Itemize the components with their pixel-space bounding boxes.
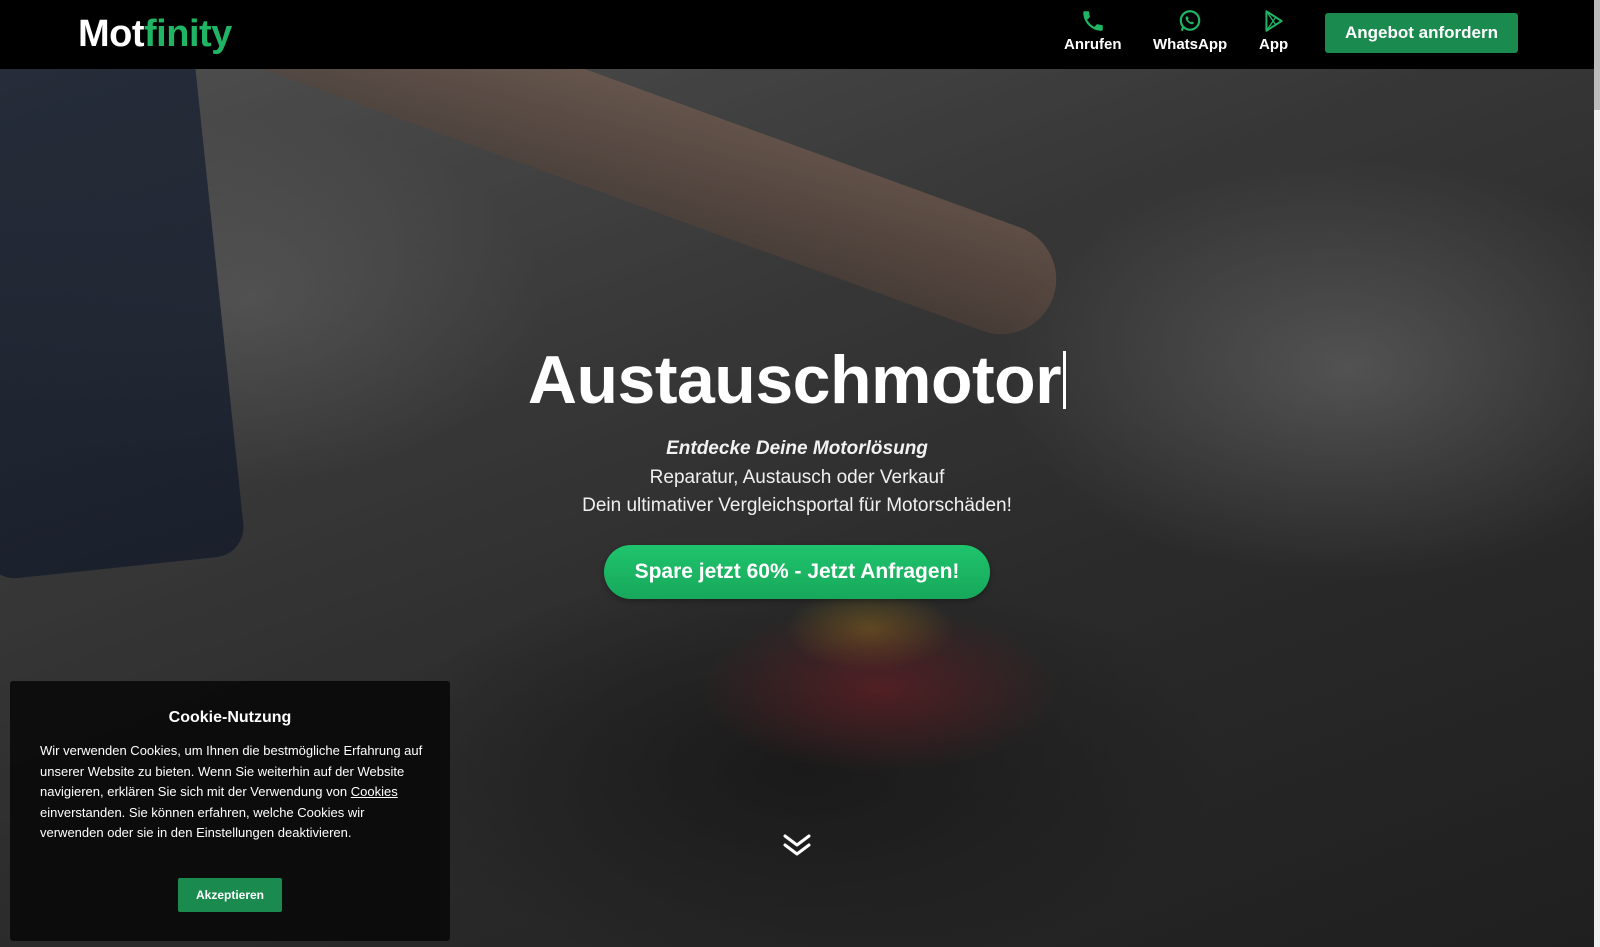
cookie-title: Cookie-Nutzung — [168, 709, 292, 726]
whatsapp-icon — [1179, 10, 1201, 32]
nav-app-label: App — [1259, 36, 1289, 53]
cookie-text: Wir verwenden Cookies, um Ihnen die best… — [40, 741, 425, 844]
site-header: Motfinity Anrufen WhatsApp App Angebot a… — [0, 0, 1600, 69]
typing-caret — [1063, 351, 1067, 409]
hero-subtitle-2: Dein ultimativer Vergleichsportal für Mo… — [582, 495, 1012, 516]
cookie-banner: Cookie-Nutzung Wir verwenden Cookies, um… — [10, 681, 450, 941]
logo[interactable]: Motfinity — [78, 12, 232, 56]
nav-whatsapp-link[interactable]: WhatsApp — [1153, 8, 1227, 53]
hero-title: Austauschmotor — [0, 340, 1594, 420]
hero-subtitle-1: Reparatur, Austausch oder Verkauf — [649, 467, 945, 488]
hero-cta-button[interactable]: Spare jetzt 60% - Jetzt Anfragen! — [604, 545, 990, 599]
logo-part-2: finity — [144, 13, 232, 55]
nav-whatsapp-label: WhatsApp — [1153, 36, 1228, 53]
hero-title-text: Austauschmotor — [527, 342, 1062, 418]
nav-app-link[interactable]: App — [1259, 8, 1288, 53]
phone-icon — [1083, 11, 1103, 31]
page-scrollbar[interactable] — [1594, 0, 1600, 947]
cookies-link[interactable]: Cookies — [351, 784, 398, 799]
logo-part-1: Mot — [78, 13, 145, 55]
hero-tagline: Entdecke Deine Motorlösung — [666, 438, 928, 459]
nav-call-label: Anrufen — [1064, 36, 1122, 53]
cookie-text-after: einverstanden. Sie können erfahren, welc… — [40, 804, 365, 841]
accept-cookies-button[interactable]: Akzeptieren — [178, 878, 282, 912]
request-offer-button[interactable]: Angebot anfordern — [1325, 13, 1518, 53]
play-store-icon — [1265, 10, 1283, 32]
double-chevron-down-icon[interactable] — [781, 832, 813, 862]
nav-call-link[interactable]: Anrufen — [1064, 8, 1122, 53]
scrollbar-thumb[interactable] — [1594, 0, 1600, 110]
